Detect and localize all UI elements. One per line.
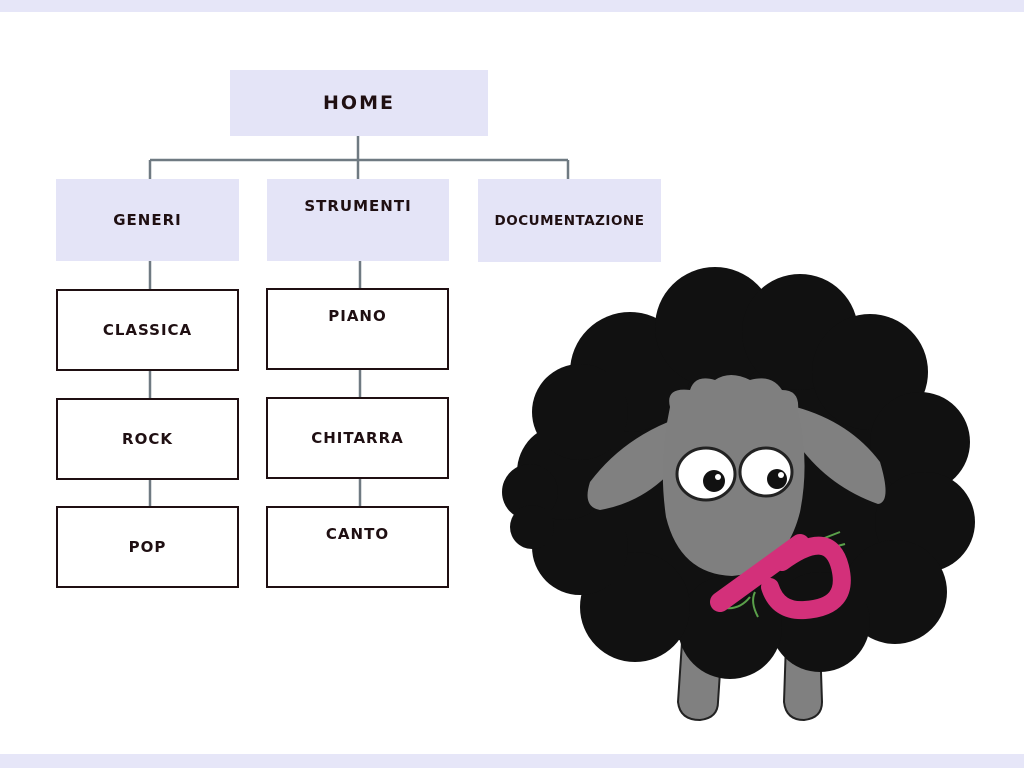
node-piano: PIANO: [266, 288, 449, 370]
page: HOME GENERI STRUMENTI DOCUMENTAZIONE CLA…: [0, 0, 1024, 768]
node-chitarra: CHITARRA: [266, 397, 449, 479]
node-documentazione: DOCUMENTAZIONE: [478, 179, 661, 262]
node-rock: ROCK: [56, 398, 239, 480]
node-canto: CANTO: [266, 506, 449, 588]
node-classica: CLASSICA: [56, 289, 239, 371]
node-strumenti: STRUMENTI: [267, 179, 449, 261]
node-home: HOME: [230, 70, 488, 136]
node-pop: POP: [56, 506, 239, 588]
node-generi: GENERI: [56, 179, 239, 261]
black-sheep-mascot-icon: [502, 267, 975, 722]
